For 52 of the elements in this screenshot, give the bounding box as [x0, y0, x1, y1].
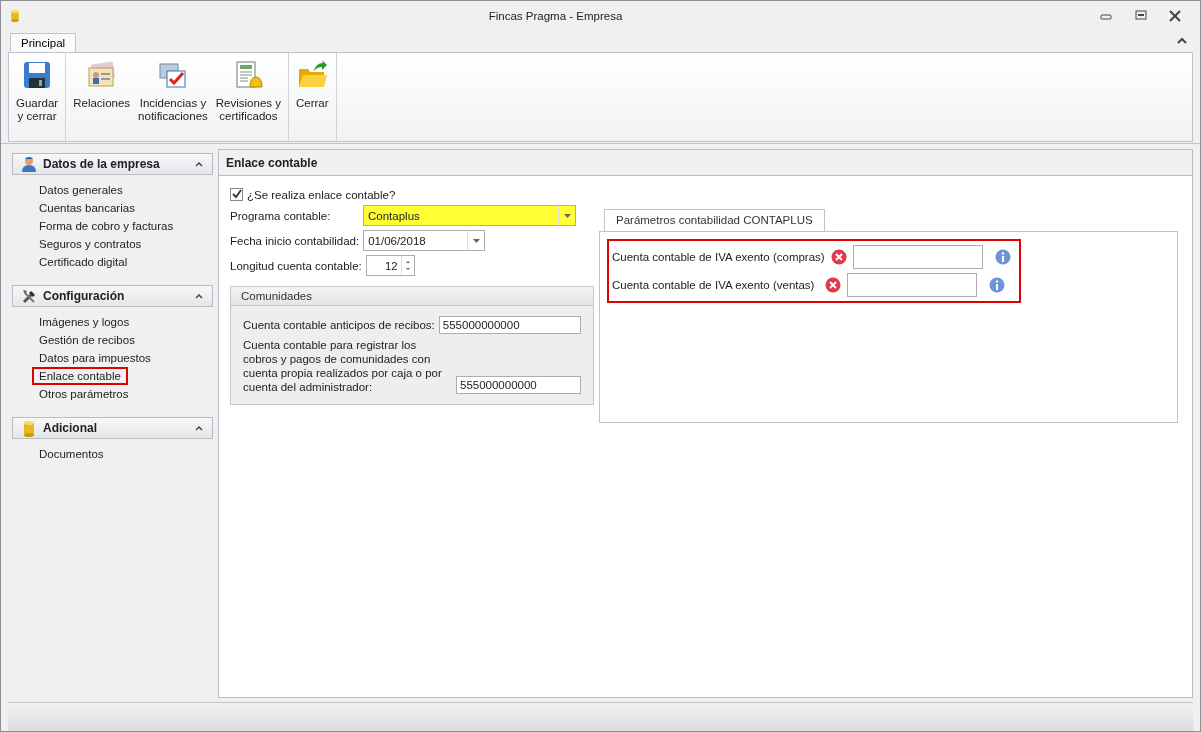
nav-link[interactable]: Forma de cobro y facturas: [32, 217, 181, 235]
field-label: Cuenta contable de IVA exento (ventas): [612, 279, 816, 291]
chevron-icon[interactable]: [194, 292, 204, 300]
nav-link[interactable]: Certificado digital: [32, 253, 135, 271]
checkbox[interactable]: [230, 188, 243, 201]
nav-link[interactable]: Datos para impuestos: [32, 349, 158, 367]
nav-group-header[interactable]: Configuración: [12, 285, 213, 307]
nav-link[interactable]: Documentos: [32, 445, 111, 463]
date-picker[interactable]: 01/06/2018: [363, 230, 486, 251]
caret-icon: [472, 238, 480, 243]
field-label: Cuenta contable anticipos de recibos:: [243, 319, 435, 331]
collapse-ribbon-icon[interactable]: [1176, 36, 1188, 46]
nav-link[interactable]: Otros parámetros: [32, 385, 136, 403]
input-field[interactable]: 555000000000: [438, 316, 581, 334]
tools-icon: [21, 287, 37, 305]
ribbon-button[interactable]: Guardar y cerrar: [12, 53, 63, 141]
nav-group-header[interactable]: Datos de la empresa: [12, 153, 213, 175]
ribbon-tab[interactable]: Principal: [10, 33, 77, 52]
window-title: Fincas Pragma - Empresa: [487, 9, 624, 22]
field-label: Longitud cuenta contable:: [230, 259, 362, 272]
ribbon-button[interactable]: Cerrar: [292, 53, 333, 141]
checkbox-label: ¿Se realiza enlace contable?: [247, 188, 396, 201]
nav-link[interactable]: Gestión de recibos: [32, 331, 142, 349]
info-icon[interactable]: [989, 277, 1005, 293]
group-title: Comunidades: [231, 287, 593, 306]
params-tab[interactable]: Parámetros contabilidad CONTAPLUS: [604, 209, 825, 231]
number-spinner[interactable]: 12: [365, 255, 415, 276]
field-label: Cuenta contable para registrar los cobros y pagos de comunidades con cuenta propia realizados por caja o por cuenta del administrador:: [243, 338, 443, 394]
nav-link[interactable]: Cuentas bancarias: [32, 199, 142, 217]
input-field[interactable]: [852, 245, 983, 269]
input-field[interactable]: 555000000000: [456, 376, 581, 394]
field-label: Programa contable:: [230, 209, 332, 222]
panel-title: Enlace contable: [225, 155, 319, 172]
app-icon: [9, 7, 21, 24]
ribbon-button[interactable]: Relaciones: [69, 53, 135, 141]
input-field[interactable]: [847, 273, 977, 297]
user-icon: [21, 155, 37, 173]
field-label: Fecha inicio contabilidad:: [230, 234, 360, 247]
caret-icon: [563, 213, 571, 218]
chevron-icon[interactable]: [194, 424, 204, 432]
nav-link[interactable]: Enlace contable: [32, 367, 128, 385]
field-label: Cuenta contable de IVA exento (compras): [612, 251, 825, 263]
nav-link[interactable]: Seguros y contratos: [32, 235, 149, 253]
ribbon-button[interactable]: Revisiones y certificados: [211, 53, 285, 141]
cylinder-icon: [21, 419, 37, 437]
nav-link[interactable]: Datos generales: [32, 181, 130, 199]
program-dropdown[interactable]: Contaplus: [363, 205, 576, 226]
nav-link[interactable]: Imágenes y logos: [32, 313, 137, 331]
nav-group-header[interactable]: Adicional: [12, 417, 213, 439]
chevron-icon[interactable]: [194, 160, 204, 168]
info-icon[interactable]: [994, 249, 1011, 265]
ribbon-button[interactable]: Incidencias y notificaciones: [134, 53, 212, 141]
